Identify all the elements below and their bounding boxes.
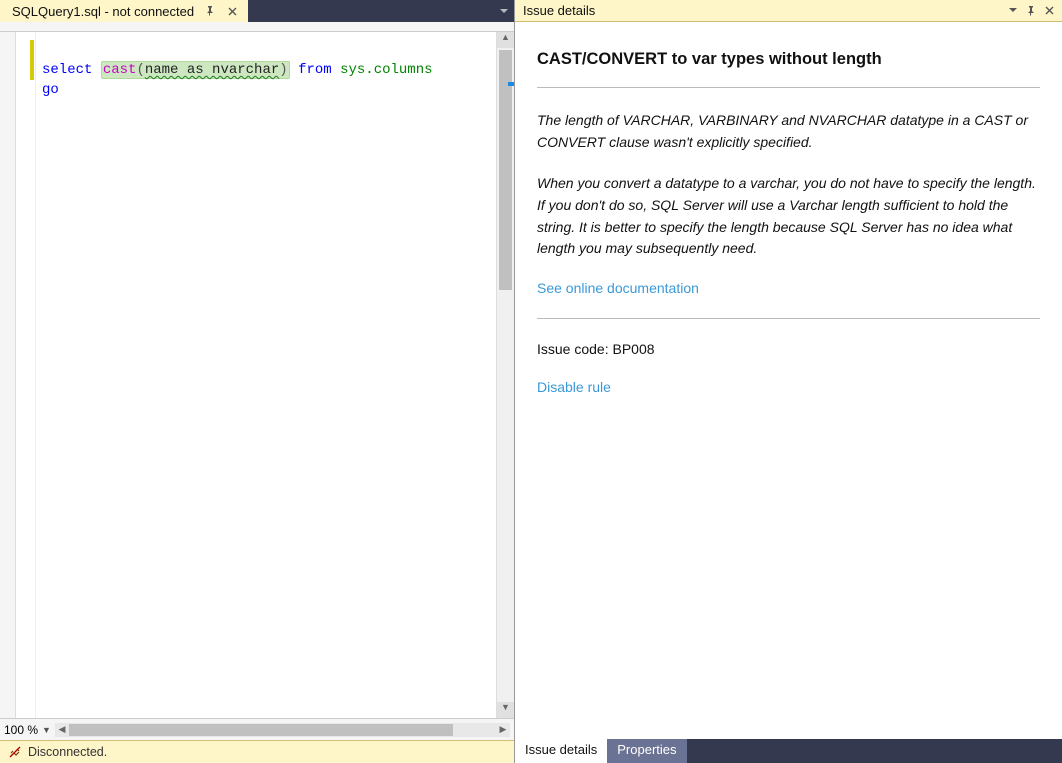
tab-title: SQLQuery1.sql - not connected	[12, 4, 194, 19]
pin-icon[interactable]	[1022, 2, 1040, 20]
disconnected-icon	[8, 745, 22, 759]
code-editor[interactable]: select cast(name as nvarchar) from sys.c…	[0, 32, 514, 718]
scroll-up-icon[interactable]: ▲	[497, 32, 514, 48]
editor-gutter	[0, 32, 36, 718]
editor-breadcrumb-bar	[0, 22, 514, 32]
panel-menu-icon[interactable]	[1004, 2, 1022, 20]
pin-icon[interactable]	[204, 5, 216, 17]
tab-properties[interactable]: Properties	[607, 739, 686, 763]
divider	[537, 87, 1040, 88]
panel-title: Issue details	[523, 3, 1004, 18]
document-tab[interactable]: SQLQuery1.sql - not connected	[0, 0, 248, 22]
tab-overflow-button[interactable]	[494, 0, 514, 22]
token-identifier: sys.columns	[340, 62, 432, 78]
panel-tabbar: Issue details Properties	[515, 739, 1062, 763]
close-icon[interactable]	[226, 5, 238, 17]
scroll-right-icon[interactable]: ▶	[496, 724, 510, 735]
disable-rule-link[interactable]: Disable rule	[537, 379, 611, 395]
editor-pane: SQLQuery1.sql - not connected	[0, 0, 515, 763]
scrollbar-marker	[508, 82, 514, 86]
token-keyword: from	[298, 62, 332, 78]
issue-title: CAST/CONVERT to var types without length	[537, 50, 1040, 69]
issue-description: When you convert a datatype to a varchar…	[537, 173, 1040, 260]
scroll-left-icon[interactable]: ◀	[55, 724, 69, 735]
token-keyword: go	[42, 82, 59, 98]
documentation-link[interactable]: See online documentation	[537, 280, 699, 296]
scrollbar-thumb[interactable]	[499, 50, 512, 290]
token-paren: )	[279, 62, 287, 78]
horizontal-scrollbar[interactable]: ◀ ▶	[55, 723, 510, 737]
editor-footer-bar: 100 % ▼ ◀ ▶	[0, 718, 514, 740]
divider	[537, 318, 1040, 319]
vertical-scrollbar[interactable]: ▲ ▼	[496, 32, 514, 718]
token-function: cast	[103, 62, 137, 78]
token-keyword: select	[42, 62, 92, 78]
panel-body: CAST/CONVERT to var types without length…	[515, 22, 1062, 739]
issue-summary: The length of VARCHAR, VARBINARY and NVA…	[537, 110, 1040, 153]
scrollbar-thumb[interactable]	[69, 724, 453, 736]
token-argument: name as nvarchar	[145, 62, 279, 78]
close-icon[interactable]	[1040, 2, 1058, 20]
tab-issue-details[interactable]: Issue details	[515, 739, 607, 763]
token-paren: (	[136, 62, 144, 78]
change-indicator	[30, 40, 34, 80]
scroll-down-icon[interactable]: ▼	[497, 702, 514, 718]
status-text: Disconnected.	[28, 745, 107, 759]
issue-code: Issue code: BP008	[537, 341, 1040, 357]
zoom-level[interactable]: 100 %	[4, 723, 38, 737]
editor-status-bar: Disconnected.	[0, 740, 514, 763]
zoom-dropdown-icon[interactable]: ▼	[42, 725, 51, 735]
document-tabbar: SQLQuery1.sql - not connected	[0, 0, 514, 22]
panel-header: Issue details	[515, 0, 1062, 22]
issue-details-panel: Issue details CAST/CONVERT to var types …	[515, 0, 1062, 763]
